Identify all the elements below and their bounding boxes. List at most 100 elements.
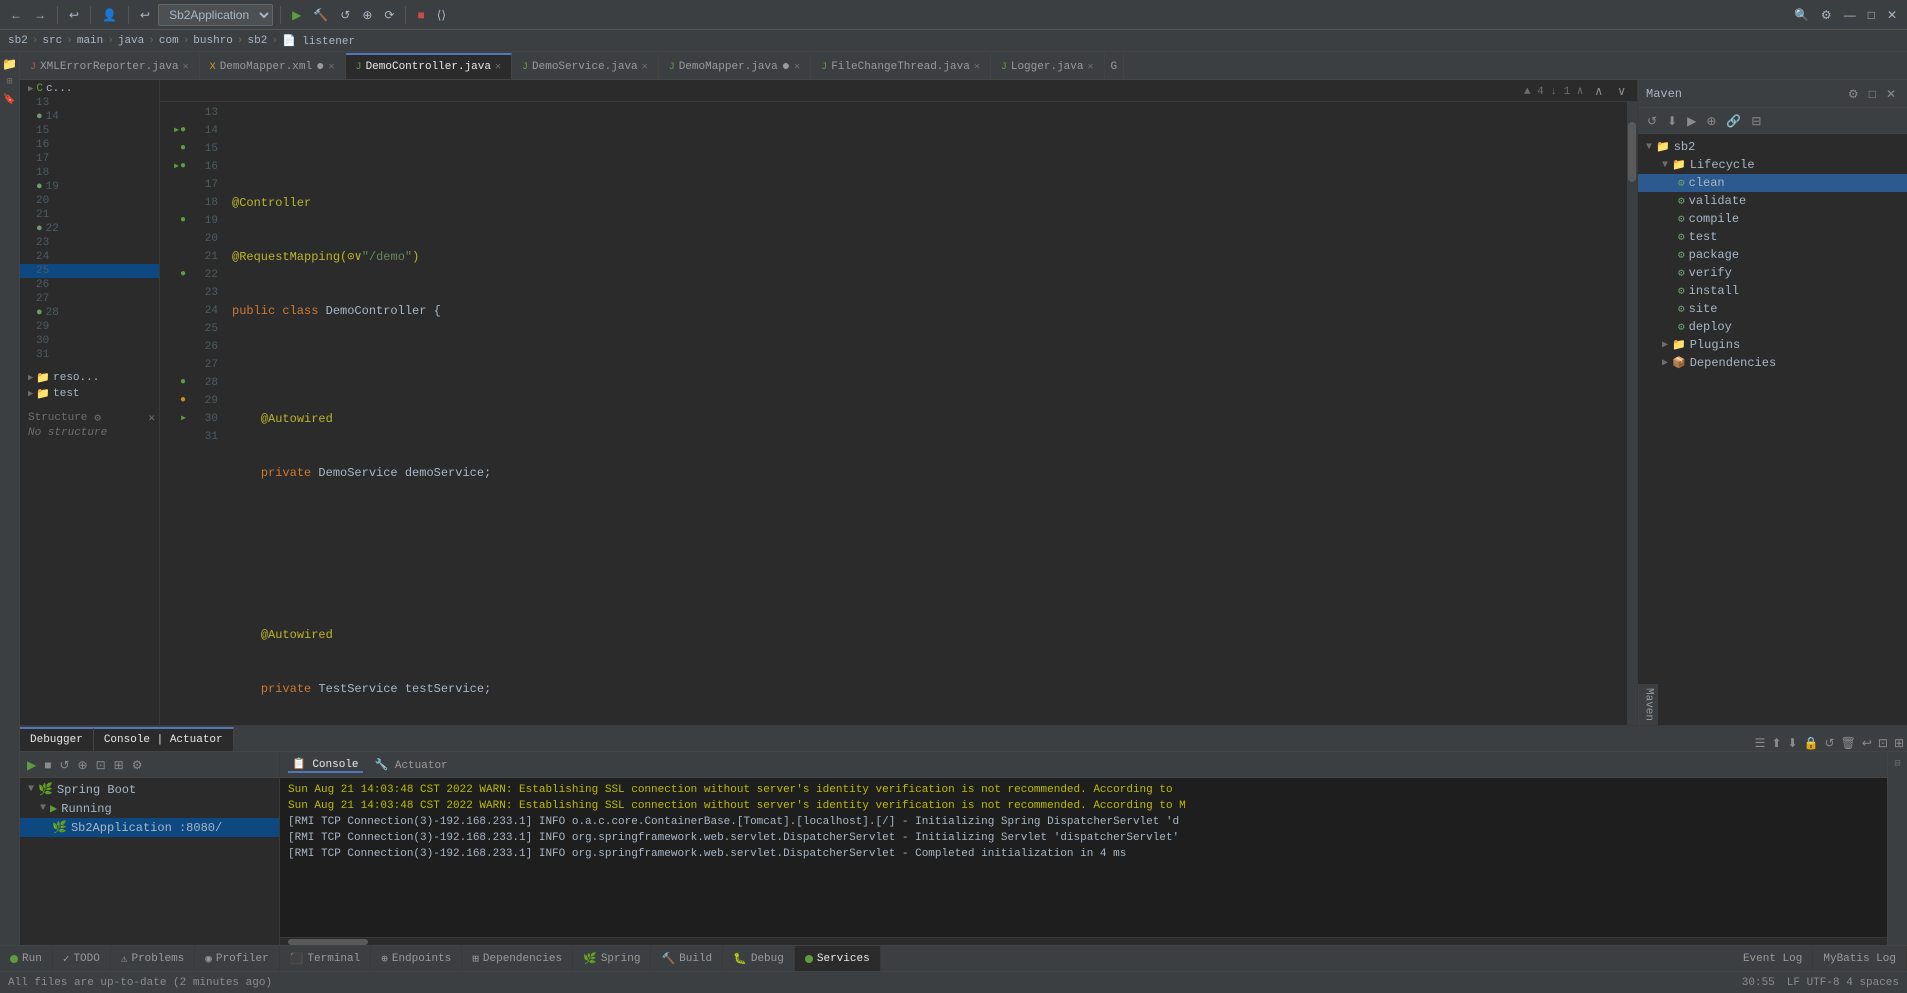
sidebar-bookmark-icon[interactable]: 🔖: [2, 92, 18, 108]
maven-compile[interactable]: ⚙ compile: [1638, 210, 1907, 228]
breadcrumb-item[interactable]: java: [118, 35, 144, 47]
maven-vertical-label[interactable]: Maven: [1638, 684, 1658, 725]
maven-test[interactable]: ⚙ test: [1638, 228, 1907, 246]
maven-validate[interactable]: ⚙ validate: [1638, 192, 1907, 210]
tree-item-22[interactable]: ● 22: [20, 222, 159, 236]
maven-site[interactable]: ⚙ site: [1638, 300, 1907, 318]
tree-item-29[interactable]: 29: [20, 320, 159, 334]
toolbar-minimize[interactable]: —: [1840, 6, 1860, 24]
svc-run-btn[interactable]: ▶: [24, 757, 39, 773]
code-content[interactable]: @Controller @RequestMapping(⊙∨"/demo") p…: [224, 102, 1627, 725]
console-sidebar-expand[interactable]: ⊟: [1890, 756, 1906, 772]
tree-item-25[interactable]: 25: [20, 264, 159, 278]
toolbar-add[interactable]: ⊕: [358, 6, 376, 24]
console-down-btn[interactable]: ⬇: [1785, 735, 1801, 751]
console-layout-btn[interactable]: ⊞: [1891, 735, 1907, 751]
tree-item-13[interactable]: 13: [20, 96, 159, 110]
tab-file-change-thread[interactable]: J FileChangeThread.java ✕: [811, 53, 991, 79]
breadcrumb-item[interactable]: src: [42, 35, 62, 47]
toolbar-back2[interactable]: ↩: [136, 6, 154, 24]
toolbar-maximize[interactable]: □: [1864, 6, 1879, 24]
tab-xml-error-reporter[interactable]: J XMLErrorReporter.java ✕: [20, 53, 200, 79]
toolbar-build[interactable]: 🔨: [309, 6, 332, 24]
tab-console-actuator[interactable]: Console | Actuator: [94, 727, 234, 751]
service-spring-boot[interactable]: ▼ 🌿 Spring Boot: [20, 780, 279, 799]
maven-link-btn[interactable]: 🔗: [1723, 113, 1744, 129]
tree-item-27[interactable]: 27: [20, 292, 159, 306]
tree-item-20[interactable]: 20: [20, 194, 159, 208]
console-clear-btn[interactable]: 🗑: [1838, 735, 1859, 751]
maven-lifecycle[interactable]: ▼ 📁 Lifecycle: [1638, 156, 1907, 174]
maven-plugins[interactable]: ▶ 📁 Plugins: [1638, 336, 1907, 354]
btab-dependencies[interactable]: ⊞ Dependencies: [462, 946, 573, 972]
btab-run[interactable]: Run: [0, 946, 53, 972]
toolbar-run[interactable]: ▶: [288, 6, 305, 24]
tab-more[interactable]: G: [1105, 53, 1125, 79]
maven-verify[interactable]: ⚙ verify: [1638, 264, 1907, 282]
btab-terminal[interactable]: ⬛ Terminal: [280, 946, 372, 972]
tree-item-test[interactable]: ▶ 📁 test: [20, 386, 159, 402]
h-scroll-thumb[interactable]: [288, 939, 368, 945]
service-running[interactable]: ▼ ▶ Running: [20, 799, 279, 818]
subtab-actuator[interactable]: 🔧 Actuator: [371, 758, 452, 772]
maven-package[interactable]: ⚙ package: [1638, 246, 1907, 264]
tree-item-18[interactable]: 18: [20, 166, 159, 180]
tree-item-28[interactable]: ● 28: [20, 306, 159, 320]
btab-endpoints[interactable]: ⊕ Endpoints: [371, 946, 462, 972]
subtab-console[interactable]: 📋 Console: [288, 757, 363, 773]
btab-services[interactable]: Services: [795, 946, 881, 972]
tree-item-26[interactable]: 26: [20, 278, 159, 292]
toolbar-settings[interactable]: ⚙: [1817, 6, 1836, 24]
console-reload-btn[interactable]: ↺: [1822, 735, 1838, 751]
breadcrumb-item[interactable]: sb2: [8, 35, 28, 47]
tree-item-19[interactable]: ● 19: [20, 180, 159, 194]
tree-item-17[interactable]: 17: [20, 152, 159, 166]
tab-debugger[interactable]: Debugger: [20, 727, 94, 751]
maven-clean[interactable]: ⚙ clean: [1638, 174, 1907, 192]
tree-item-15[interactable]: 15: [20, 124, 159, 138]
sidebar-structure-icon[interactable]: ⊞: [2, 74, 18, 90]
toolbar-translate[interactable]: ⟨⟩: [433, 6, 450, 24]
toolbar-undo[interactable]: ↩: [65, 6, 83, 24]
breadcrumb-item[interactable]: bushro: [193, 35, 233, 47]
breadcrumb-item[interactable]: main: [77, 35, 103, 47]
maven-download-btn[interactable]: ⬇: [1664, 113, 1680, 129]
maven-run-btn[interactable]: ▶: [1684, 113, 1699, 129]
service-sb2app[interactable]: 🌿 Sb2Application :8080/: [20, 818, 279, 837]
maven-expand-btn[interactable]: □: [1866, 86, 1879, 102]
scroll-thumb[interactable]: [1628, 122, 1636, 182]
scroll-down-btn[interactable]: ∨: [1614, 83, 1629, 99]
tree-item-30[interactable]: 30: [20, 334, 159, 348]
btab-problems[interactable]: ⚠ Problems: [111, 946, 195, 972]
app-dropdown[interactable]: Sb2Application: [158, 4, 273, 26]
tree-item-23[interactable]: 23: [20, 236, 159, 250]
tab-demo-mapper-xml[interactable]: X DemoMapper.xml ● ✕: [200, 53, 346, 79]
svc-restart-btn[interactable]: ↺: [56, 757, 72, 773]
toolbar-search[interactable]: 🔍: [1790, 6, 1813, 24]
tree-item-c[interactable]: ▶ C c...: [20, 82, 159, 96]
breadcrumb-item[interactable]: 📄 listener: [282, 34, 355, 48]
maven-deploy[interactable]: ⚙ deploy: [1638, 318, 1907, 336]
toolbar-stop[interactable]: ■: [413, 6, 428, 24]
maven-install[interactable]: ⚙ install: [1638, 282, 1907, 300]
sidebar-project-icon[interactable]: 📁: [2, 56, 18, 72]
maven-refresh-btn[interactable]: ↺: [1644, 113, 1660, 129]
tab-demo-mapper[interactable]: J DemoMapper.java ● ✕: [659, 53, 811, 79]
tree-item-16[interactable]: 16: [20, 138, 159, 152]
toolbar-close[interactable]: ✕: [1883, 6, 1901, 24]
scroll-up-btn[interactable]: ∧: [1591, 83, 1606, 99]
vertical-scrollbar[interactable]: [1627, 102, 1637, 725]
breadcrumb-item[interactable]: sb2: [248, 35, 268, 47]
svc-filter-btn[interactable]: ⊡: [93, 757, 109, 773]
btab-todo[interactable]: ✓ TODO: [53, 946, 111, 972]
console-up-btn[interactable]: ⬆: [1768, 735, 1784, 751]
maven-dependencies[interactable]: ▶ 📦 Dependencies: [1638, 354, 1907, 372]
horizontal-scrollbar[interactable]: [280, 937, 1887, 945]
svc-group-btn[interactable]: ⊞: [111, 757, 127, 773]
btab-debug[interactable]: 🐛 Debug: [723, 946, 795, 972]
tree-item-21[interactable]: 21: [20, 208, 159, 222]
toolbar-sync[interactable]: ⟳: [380, 6, 398, 24]
toolbar-user[interactable]: 👤: [98, 6, 121, 24]
tab-demo-controller[interactable]: J DemoController.java ✕: [346, 53, 512, 79]
btab-profiler[interactable]: ◉ Profiler: [195, 946, 279, 972]
